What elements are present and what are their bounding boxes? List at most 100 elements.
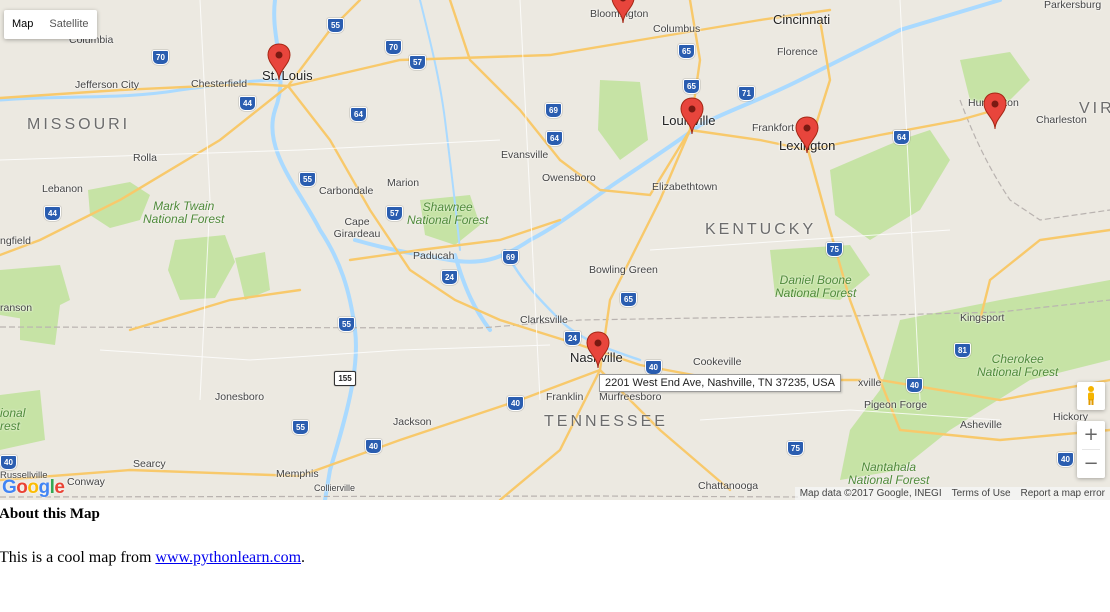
marker-pin-icon	[795, 116, 819, 154]
marker-pin-icon	[983, 92, 1007, 130]
city-conway: Conway	[67, 476, 105, 488]
terms-of-use-link[interactable]: Terms of Use	[946, 487, 1016, 500]
shield-i69-in: 69	[545, 103, 562, 118]
shield-i65-ky: 65	[620, 292, 637, 307]
shield-i40-nashville: 40	[645, 360, 662, 375]
marker-pin-icon	[586, 331, 610, 369]
city-marion: Marion	[387, 177, 420, 189]
city-cincinnati: Cincinnati	[773, 12, 831, 27]
shield-i70-west: 70	[152, 50, 169, 65]
shield-i40-knoxville: 40	[906, 378, 923, 393]
city-springfield-partial: ngfield	[0, 235, 31, 247]
shield-i75-ky: 75	[826, 242, 843, 257]
city-branson-partial: ranson	[0, 302, 33, 314]
about-text-before: This is a cool map from	[0, 549, 156, 566]
city-paducah: Paducah	[413, 250, 455, 262]
city-searcy: Searcy	[133, 458, 166, 470]
marker-lexington[interactable]	[795, 116, 819, 154]
shield-i71: 71	[738, 86, 755, 101]
shield-i64-ky: 64	[893, 130, 910, 145]
marker-nashville[interactable]	[586, 331, 610, 369]
city-cookeville: Cookeville	[693, 356, 742, 368]
marker-pin-icon	[680, 97, 704, 135]
marker-bloomington[interactable]	[611, 0, 635, 24]
about-text: This is a cool map from www.pythonlearn.…	[0, 549, 305, 567]
shield-i64-in: 64	[546, 131, 563, 146]
map-canvas[interactable]: MISSOURI KENTUCKY TENNESSEE VIR St. Loui…	[0, 0, 1110, 500]
city-florence: Florence	[777, 46, 818, 58]
about-text-after: .	[301, 549, 306, 566]
shield-i81: 81	[954, 343, 971, 358]
marker-tooltip: 2201 West End Ave, Nashville, TN 37235, …	[599, 374, 841, 392]
city-columbus: Columbus	[653, 23, 701, 35]
city-asheville: Asheville	[960, 419, 1003, 431]
shield-i57-north: 57	[409, 55, 426, 70]
city-owensboro: Owensboro	[542, 172, 596, 184]
city-rolla: Rolla	[133, 152, 157, 164]
shield-us155: 155	[334, 371, 356, 386]
pythonlearn-link[interactable]: www.pythonlearn.com	[155, 549, 301, 566]
forest-partial-left: ional rest	[0, 406, 26, 433]
city-lebanon: Lebanon	[42, 183, 83, 195]
map-type-map-button[interactable]: Map	[4, 10, 41, 39]
shield-i57-south: 57	[386, 206, 403, 221]
shield-i55-north: 55	[327, 18, 344, 33]
shield-i44-west: 44	[44, 206, 61, 221]
city-charleston: Charleston	[1036, 114, 1087, 126]
shield-i75-tn: 75	[787, 441, 804, 456]
forest-mark-twain: Mark Twain National Forest	[143, 199, 225, 226]
shield-i40-jackson-east: 40	[507, 396, 524, 411]
city-chattanooga: Chattanooga	[698, 480, 759, 492]
shield-i24-clarksville: 24	[564, 331, 581, 346]
marker-huntington[interactable]	[983, 92, 1007, 130]
shield-i40-ar: 40	[0, 455, 17, 470]
forest-nantahala: Nantahala National Forest	[848, 460, 930, 487]
city-cape-girardeau: Cape Girardeau	[333, 216, 381, 240]
map-attribution: Map data ©2017 Google, INEGI Terms of Us…	[794, 487, 1110, 500]
forest-daniel-boone: Daniel Boone National Forest	[775, 273, 857, 300]
shield-i65-louisville: 65	[683, 79, 700, 94]
map-data-credit: Map data ©2017 Google, INEGI	[794, 487, 947, 500]
city-knoxville-partial: xville	[858, 377, 882, 389]
city-pigeon-forge: Pigeon Forge	[864, 399, 928, 411]
city-jonesboro: Jonesboro	[215, 391, 265, 403]
report-error-link[interactable]: Report a map error	[1015, 487, 1110, 500]
city-parkersburg: Parkersburg	[1044, 0, 1102, 11]
city-murfreesboro: Murfreesboro	[599, 391, 662, 403]
marker-pin-icon	[611, 0, 635, 24]
map-type-satellite-button[interactable]: Satellite	[41, 10, 96, 39]
shield-i69-ky: 69	[502, 250, 519, 265]
forest-shawnee: Shawnee National Forest	[407, 200, 489, 227]
city-bowling-green: Bowling Green	[589, 264, 658, 276]
marker-louisville[interactable]	[680, 97, 704, 135]
shield-i40-nc: 40	[1057, 452, 1074, 467]
city-carbondale: Carbondale	[319, 185, 374, 197]
google-logo-letter: G	[2, 477, 17, 498]
shield-i64-il: 64	[350, 107, 367, 122]
marker-st-louis[interactable]	[267, 43, 291, 81]
city-kingsport: Kingsport	[960, 312, 1005, 324]
state-label-missouri: MISSOURI	[27, 116, 131, 133]
zoom-out-button[interactable]: −	[1077, 450, 1105, 478]
state-label-tennessee: TENNESSEE	[544, 413, 668, 430]
city-frankfort: Frankfort	[752, 122, 795, 134]
zoom-in-button[interactable]: +	[1077, 421, 1105, 449]
shield-i40-jackson: 40	[365, 439, 382, 454]
about-heading: About this Map	[0, 506, 100, 522]
pegman-icon	[1088, 386, 1094, 405]
shield-i55-mo: 55	[299, 172, 316, 187]
city-elizabethtown: Elizabethtown	[652, 181, 718, 193]
google-logo-letter: g	[38, 477, 51, 498]
street-view-pegman[interactable]	[1077, 382, 1105, 410]
shield-i44-stl: 44	[239, 96, 256, 111]
city-chesterfield: Chesterfield	[191, 78, 248, 90]
map-type-control: Map Satellite	[4, 10, 97, 39]
city-clarksville: Clarksville	[520, 314, 568, 326]
google-logo[interactable]: Google	[2, 477, 65, 499]
forest-cherokee: Cherokee National Forest	[977, 352, 1059, 379]
city-memphis: Memphis	[276, 468, 319, 480]
city-evansville: Evansville	[501, 149, 549, 161]
zoom-control: + −	[1077, 421, 1105, 478]
shield-i24-paducah: 24	[441, 270, 458, 285]
state-label-kentucky: KENTUCKY	[705, 221, 817, 238]
